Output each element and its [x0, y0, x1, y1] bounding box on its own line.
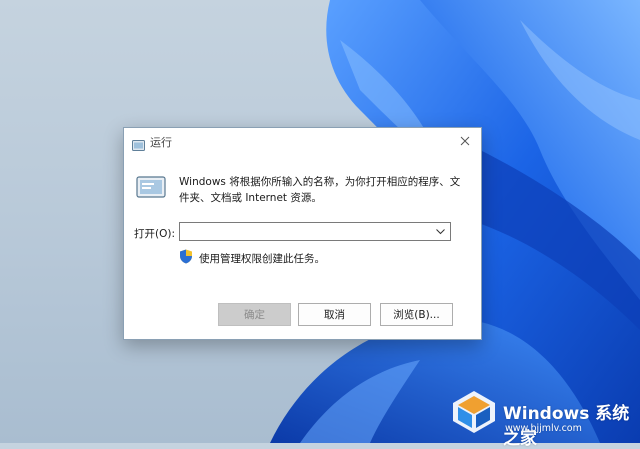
- open-input[interactable]: [180, 223, 438, 240]
- admin-note: 使用管理权限创建此任务。: [199, 253, 325, 265]
- close-button[interactable]: [449, 128, 481, 154]
- open-combobox[interactable]: [179, 222, 451, 241]
- open-label: 打开(O):: [134, 228, 175, 240]
- browse-button[interactable]: 浏览(B)...: [380, 303, 453, 326]
- chevron-down-icon: [435, 228, 445, 234]
- windows-logo-icon: [450, 388, 498, 440]
- dialog-description: Windows 将根据你所输入的名称，为你打开相应的程序、文件夹、文档或 Int…: [179, 176, 461, 204]
- run-dialog: 运行 Windows 将根据你所输入的名称，为你打开相应的程序、文件夹、文档或 …: [123, 127, 482, 340]
- watermark-url: www.bjjmlv.com: [505, 423, 582, 434]
- cancel-button[interactable]: 取消: [298, 303, 371, 326]
- close-icon: [460, 136, 470, 146]
- desktop: 运行 Windows 将根据你所输入的名称，为你打开相应的程序、文件夹、文档或 …: [0, 0, 640, 449]
- dialog-title: 运行: [150, 136, 172, 149]
- shield-icon: [179, 249, 193, 268]
- run-icon: [132, 136, 145, 155]
- ok-button[interactable]: 确定: [218, 303, 291, 326]
- title-bar[interactable]: 运行: [124, 128, 481, 156]
- run-icon: [136, 176, 166, 202]
- open-dropdown-button[interactable]: [432, 224, 448, 239]
